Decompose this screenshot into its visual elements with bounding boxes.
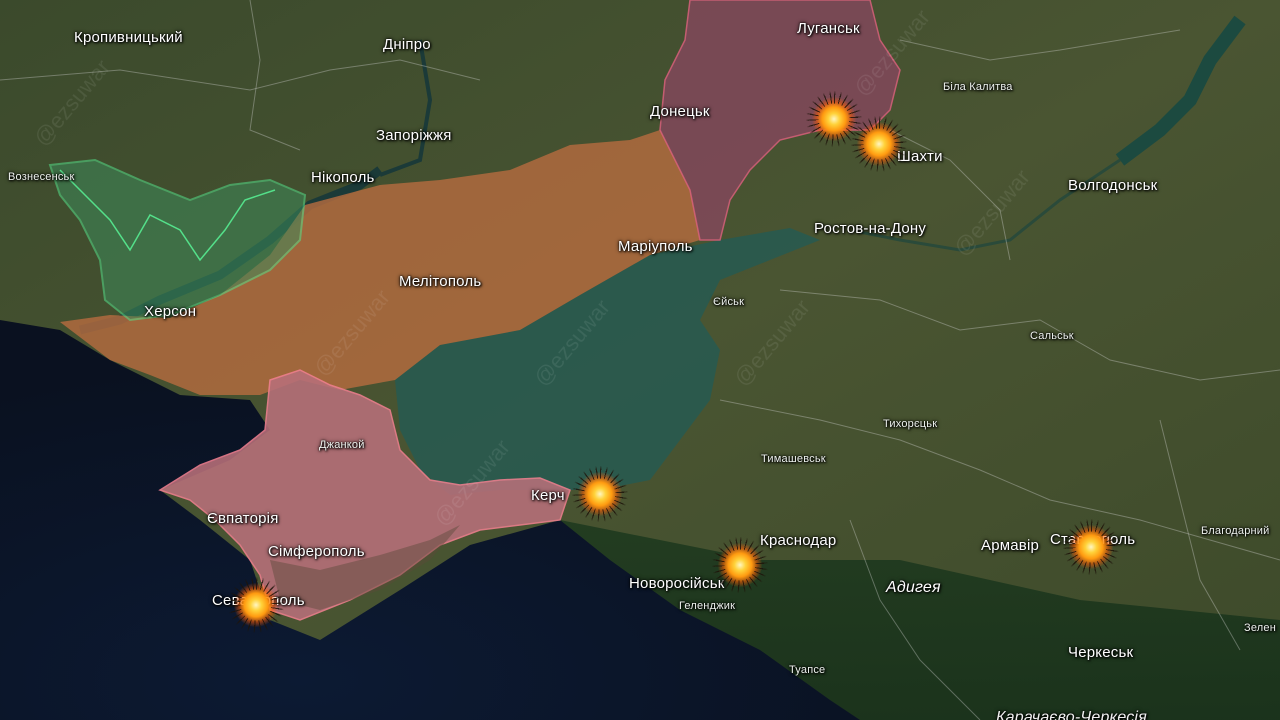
explosion-icon[interactable] bbox=[857, 122, 901, 166]
explosion-icon[interactable] bbox=[1069, 525, 1113, 569]
map-view[interactable]: @ezsuwar @ezsuwar @ezsuwar @ezsuwar @ezs… bbox=[0, 0, 1280, 720]
explosion-icon[interactable] bbox=[234, 583, 278, 627]
explosion-icon[interactable] bbox=[812, 97, 856, 141]
map-background bbox=[0, 0, 1280, 720]
explosion-icon[interactable] bbox=[718, 543, 762, 587]
explosion-icon[interactable] bbox=[578, 472, 622, 516]
